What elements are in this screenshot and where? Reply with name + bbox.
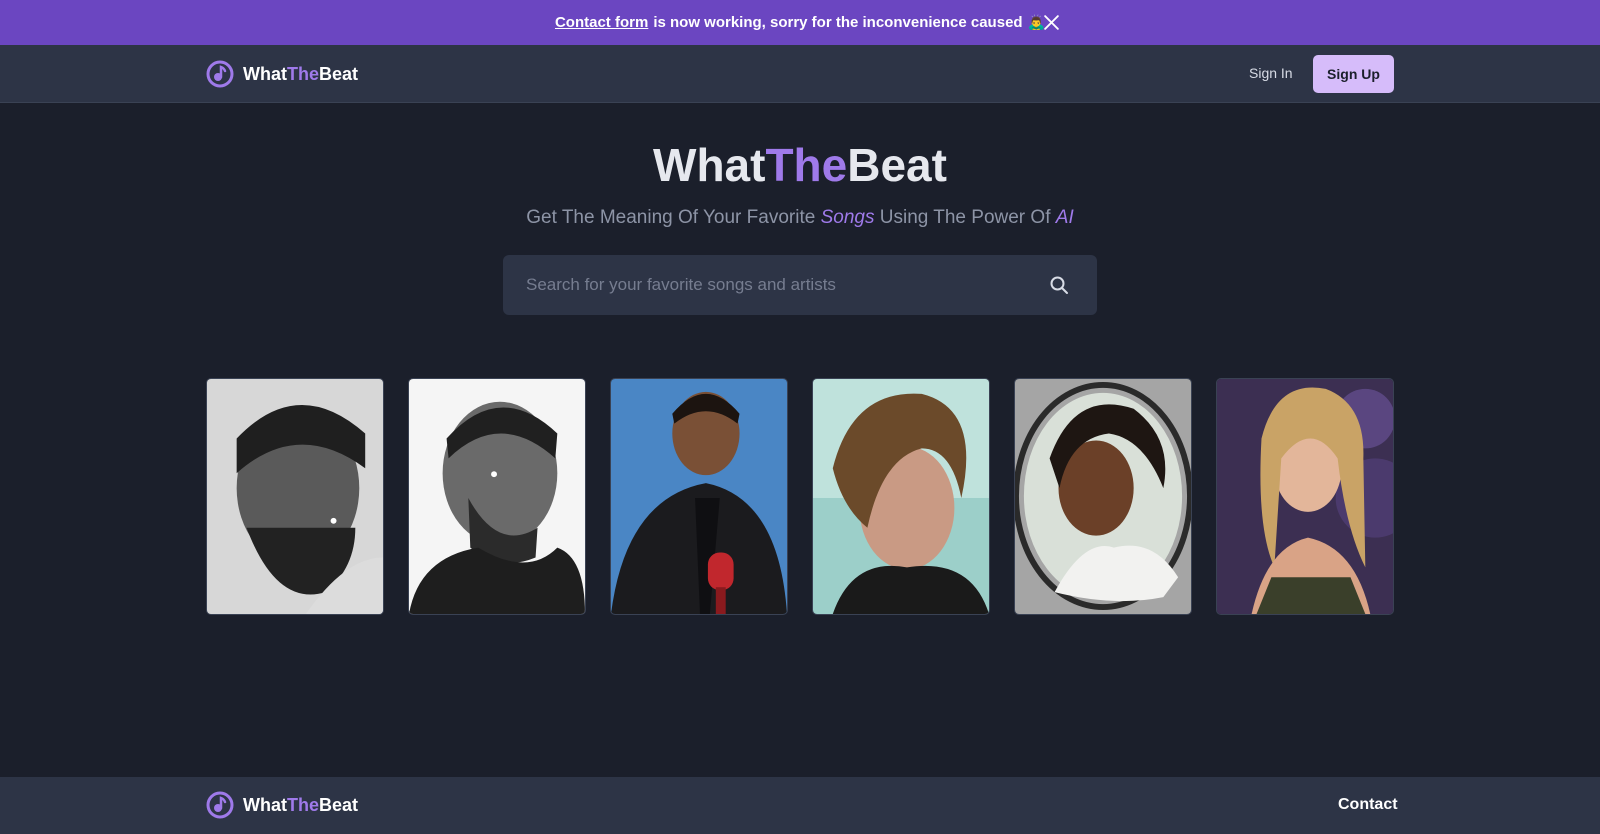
music-note-logo-icon <box>206 791 234 819</box>
footer-brand-logo-link[interactable]: What The Beat <box>206 791 358 819</box>
brand-what: What <box>243 63 287 84</box>
artist-card-3[interactable] <box>610 378 788 615</box>
footer-contact-link[interactable]: Contact <box>1338 796 1398 814</box>
music-note-logo-icon <box>206 60 234 88</box>
artist-card-2[interactable] <box>408 378 586 615</box>
artist-card-4[interactable] <box>812 378 990 615</box>
subtitle-ai: AI <box>1055 207 1074 228</box>
hero-title-what: What <box>653 139 766 191</box>
brand-the: The <box>287 63 320 84</box>
artist-portrait-image <box>813 379 989 614</box>
hero-title: WhatTheBeat <box>0 138 1600 192</box>
top-navbar: What The Beat Sign In Sign Up <box>0 45 1600 103</box>
artist-card-6[interactable] <box>1216 378 1394 615</box>
announcement-banner: Contact form is now working, sorry for t… <box>0 0 1600 45</box>
artist-portrait-image <box>409 379 585 614</box>
artist-card-5[interactable] <box>1014 378 1192 615</box>
subtitle-part2: Using The Power Of <box>879 207 1051 228</box>
banner-message: is now working, sorry for the inconvenie… <box>653 14 1023 31</box>
subtitle-songs: Songs <box>820 207 875 228</box>
footer: What The Beat Contact <box>0 777 1600 834</box>
brand-beat: Beat <box>319 63 359 84</box>
hero-title-the: The <box>765 139 848 191</box>
search-icon[interactable] <box>1049 275 1069 295</box>
close-icon[interactable] <box>1043 14 1060 31</box>
brand-beat: Beat <box>319 794 359 815</box>
brand-logo-link[interactable]: What The Beat <box>206 60 358 88</box>
artist-card-1[interactable] <box>206 378 384 615</box>
hero-subtitle: Get The Meaning Of Your Favorite Songs U… <box>0 207 1600 229</box>
artist-portrait-image <box>611 379 787 614</box>
sign-up-button[interactable]: Sign Up <box>1313 55 1394 93</box>
contact-form-link[interactable]: Contact form <box>555 14 648 31</box>
sign-in-link[interactable]: Sign In <box>1249 65 1293 81</box>
artist-portrait-image <box>1217 379 1393 614</box>
artist-portrait-image <box>207 379 383 614</box>
brand-what: What <box>243 794 287 815</box>
search-input[interactable] <box>503 255 1043 315</box>
subtitle-part1: Get The Meaning Of Your Favorite <box>526 207 816 228</box>
artist-portrait-image <box>1015 379 1191 614</box>
brand-the: The <box>287 794 320 815</box>
hero-title-beat: Beat <box>847 139 947 191</box>
search-bar <box>503 255 1097 315</box>
